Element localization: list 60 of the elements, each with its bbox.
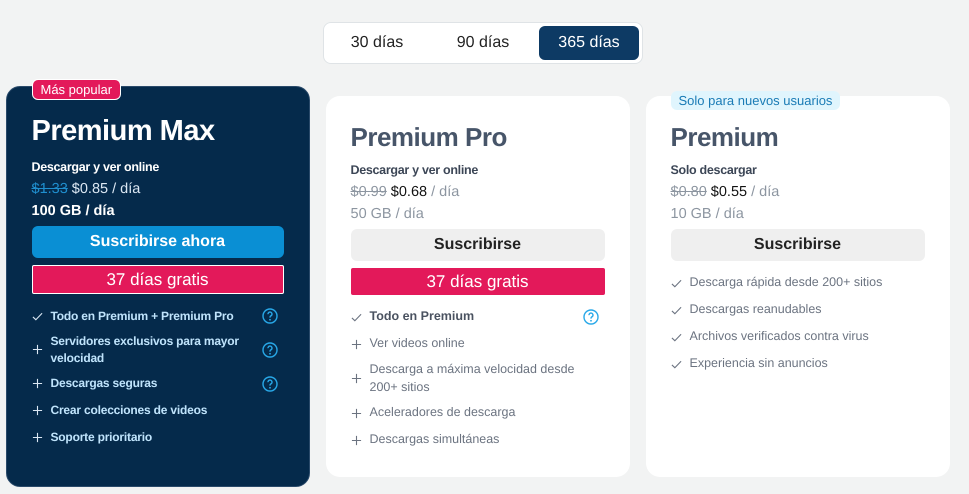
check-icon <box>350 312 362 322</box>
feature-text: Soporte prioritario <box>50 429 154 446</box>
feature-text: Descargas reanudables <box>690 301 823 318</box>
plan-name: Premium Pro <box>350 122 508 153</box>
current-price: $0.68 <box>390 184 428 200</box>
plus-icon <box>350 338 362 350</box>
period-tab[interactable]: 90 días <box>433 26 533 60</box>
price-unit: / día <box>431 184 460 200</box>
current-price: $0.55 <box>710 184 748 200</box>
price-unit: / día <box>112 181 140 197</box>
feature-text: Todo en Premium <box>370 308 476 326</box>
check-icon <box>670 332 682 342</box>
old-price: $0.99 <box>350 184 387 200</box>
trial-banner: 37 días gratis <box>350 268 604 295</box>
feature-text: Descarga rápida desde 200+ sitios <box>690 274 884 292</box>
check-icon <box>32 310 42 322</box>
help-icon[interactable] <box>262 342 278 358</box>
old-price: $0.80 <box>670 184 707 200</box>
plus-icon <box>32 405 42 416</box>
plan-subtitle: Descargar y ver online <box>350 163 479 177</box>
period-tab[interactable]: 365 días <box>539 26 639 60</box>
period-tab[interactable]: 30 días <box>327 26 427 60</box>
plan-name: Premium Max <box>32 115 216 148</box>
feature-text: Archivos verificados contra virus <box>690 328 870 346</box>
check-icon <box>670 278 682 288</box>
check-icon <box>670 304 682 316</box>
feature-text: Descarga a máxima velocidad desde 200+ sitios <box>370 361 576 396</box>
plus-icon <box>32 344 42 356</box>
check-icon <box>670 358 682 370</box>
feature-text: Descargas simultáneas <box>370 431 500 448</box>
plan-subtitle: Descargar y ver online <box>32 160 160 174</box>
help-icon[interactable] <box>582 309 598 325</box>
old-price: $1.33 <box>32 181 68 197</box>
price-unit: / día <box>751 184 780 200</box>
plus-icon <box>32 432 42 444</box>
current-price: $0.85 <box>72 181 108 197</box>
feature-text: Ver videos online <box>370 335 466 352</box>
plan-name: Premium <box>670 122 780 153</box>
feature-text: Descargas seguras <box>50 375 158 392</box>
help-icon[interactable] <box>262 308 278 324</box>
feature-text: Todo en Premium + Premium Pro <box>50 308 235 324</box>
help-icon[interactable] <box>262 376 278 392</box>
feature-text: Experiencia sin anuncios <box>690 355 829 372</box>
subscribe-button[interactable]: Suscribirse <box>350 229 604 261</box>
plan-subtitle: Solo descargar <box>670 163 758 177</box>
quota-text: 100 GB / día <box>32 203 116 219</box>
plus-icon <box>32 378 42 390</box>
plan-badge: Solo para nuevos usuarios <box>670 91 840 110</box>
quota-text: 50 GB / día <box>350 206 425 222</box>
feature-text: Aceleradores de descarga <box>370 404 516 422</box>
quota-text: 10 GB / día <box>670 206 745 222</box>
feature-text: Crear colecciones de videos <box>50 402 208 419</box>
feature-text: Servidores exclusivos para mayor velocidad <box>50 333 240 367</box>
subscribe-button[interactable]: Suscribirse ahora <box>32 226 284 258</box>
plus-icon <box>350 373 362 384</box>
subscribe-button[interactable]: Suscribirse <box>670 229 924 261</box>
trial-banner: 37 días gratis <box>32 265 284 294</box>
plus-icon <box>350 408 362 418</box>
plan-badge: Más popular <box>32 79 122 100</box>
plus-icon <box>350 434 362 446</box>
